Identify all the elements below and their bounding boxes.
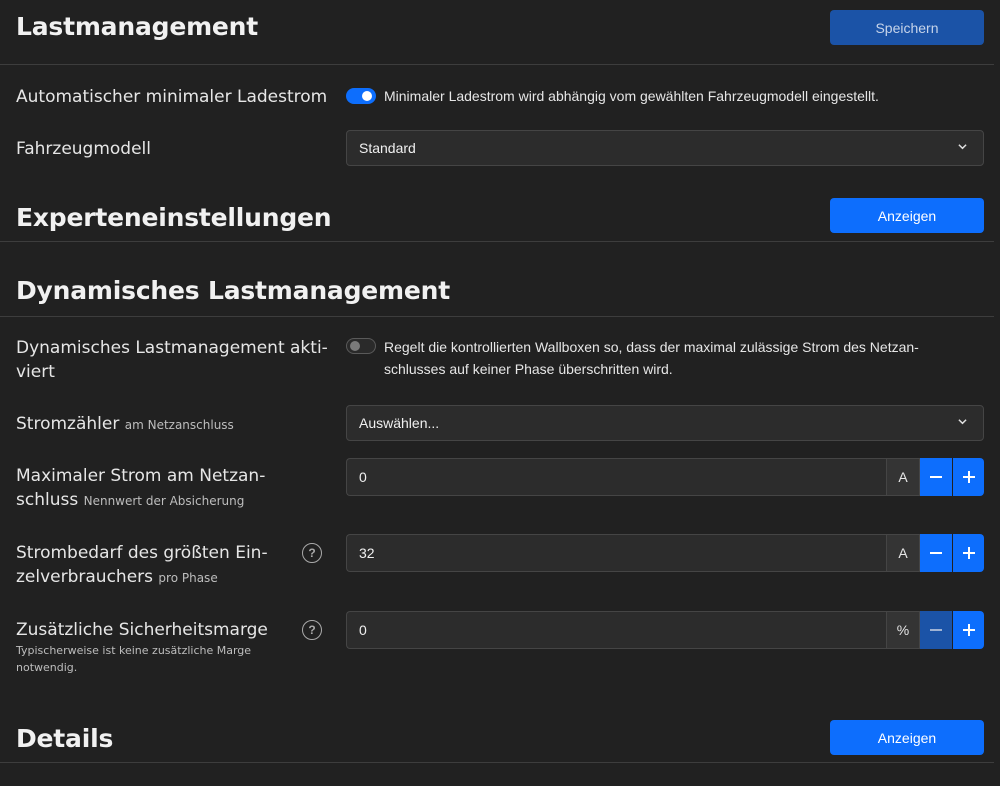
largest-consumer-input[interactable] (346, 534, 886, 572)
increment-button[interactable] (952, 534, 984, 572)
vehicle-model-label: Fahrzeugmodell (16, 139, 152, 159)
largest-consumer-input-group: A (346, 534, 984, 572)
toggle-knob (350, 341, 360, 351)
dynamic-activated-label: Dynamisches Lastmanagement akti- viert (16, 336, 328, 384)
vehicle-model-select[interactable]: Standard (346, 130, 984, 166)
minus-icon (930, 629, 942, 631)
unit-label: % (886, 611, 920, 649)
minus-icon (930, 552, 942, 554)
safety-margin-label: Zusätzliche Sicherheitsmarge Typischerwe… (16, 618, 268, 676)
description-line: schlusses auf keiner Phase überschritten… (384, 361, 673, 377)
expert-settings-show-button[interactable]: Anzeigen (830, 198, 984, 233)
unit-label: A (886, 534, 920, 572)
auto-min-current-description: Minimaler Ladestrom wird abhängig vom ge… (384, 88, 879, 104)
label-line: Zusätzliche Sicherheitsmarge (16, 620, 268, 640)
save-button[interactable]: Speichern (830, 10, 984, 45)
label-line: zelverbrauchers (16, 567, 154, 587)
max-current-input-group: A (346, 458, 984, 496)
divider (0, 241, 994, 242)
details-show-button[interactable]: Anzeigen (830, 720, 984, 755)
largest-consumer-sublabel: pro Phase (158, 571, 218, 585)
page-title: Lastmanagement (16, 12, 259, 41)
label-line: Maximaler Strom am Netzan- (16, 466, 266, 486)
decrement-button[interactable] (920, 458, 952, 496)
largest-consumer-label: Strombedarf des größten Ein- zelverbrauc… (16, 541, 268, 590)
description-line: Regelt die kontrollierten Wallboxen so, … (384, 339, 919, 355)
max-current-sublabel: Nennwert der Absicherung (83, 494, 245, 508)
auto-min-current-toggle[interactable] (346, 88, 376, 104)
plus-icon (962, 471, 975, 483)
safety-margin-sublabel: Typischerweise ist keine zusätzliche Mar… (16, 642, 268, 676)
decrement-button[interactable] (920, 534, 952, 572)
question-circle-icon[interactable]: ? (302, 543, 322, 563)
vehicle-model-value: Standard (359, 140, 416, 156)
label-line: Dynamisches Lastmanagement akti- (16, 338, 328, 358)
toggle-knob (362, 91, 372, 101)
safety-margin-input-group: % (346, 611, 984, 649)
label-line: schluss (16, 490, 79, 510)
max-current-label: Maximaler Strom am Netzan- schluss Nennw… (16, 464, 265, 513)
plus-icon (962, 624, 975, 636)
unit-label: A (886, 458, 920, 496)
safety-margin-input[interactable] (346, 611, 886, 649)
divider (0, 64, 994, 65)
dynamic-activated-toggle[interactable] (346, 338, 376, 354)
plus-icon (962, 547, 975, 559)
decrement-button[interactable] (920, 611, 952, 649)
label-line: viert (16, 362, 55, 382)
chevron-down-icon (958, 419, 967, 425)
expert-settings-title: Experteneinstellungen (16, 203, 332, 232)
divider (0, 316, 994, 317)
meter-select-value: Auswählen... (359, 415, 440, 431)
meter-select[interactable]: Auswählen... (346, 405, 984, 441)
question-circle-icon[interactable]: ? (302, 620, 322, 640)
dynamic-activated-description: Regelt die kontrollierten Wallboxen so, … (384, 336, 919, 380)
increment-button[interactable] (952, 458, 984, 496)
meter-sublabel: am Netzanschluss (124, 418, 234, 432)
dynamic-load-management-title: Dynamisches Lastmanagement (16, 276, 450, 305)
minus-icon (930, 476, 942, 478)
chevron-down-icon (958, 144, 967, 150)
increment-button[interactable] (952, 611, 984, 649)
meter-label: Stromzähler am Netzanschluss (16, 412, 234, 437)
sublabel-line: notwendig. (16, 661, 78, 674)
auto-min-current-label: Automatischer minimaler Ladestrom (16, 87, 328, 107)
divider (0, 762, 994, 763)
sublabel-line: Typischerweise ist keine zusätzliche Mar… (16, 644, 252, 657)
details-title: Details (16, 724, 114, 753)
max-current-input[interactable] (346, 458, 886, 496)
meter-label-text: Stromzähler (16, 414, 120, 434)
label-line: Strombedarf des größten Ein- (16, 543, 268, 563)
